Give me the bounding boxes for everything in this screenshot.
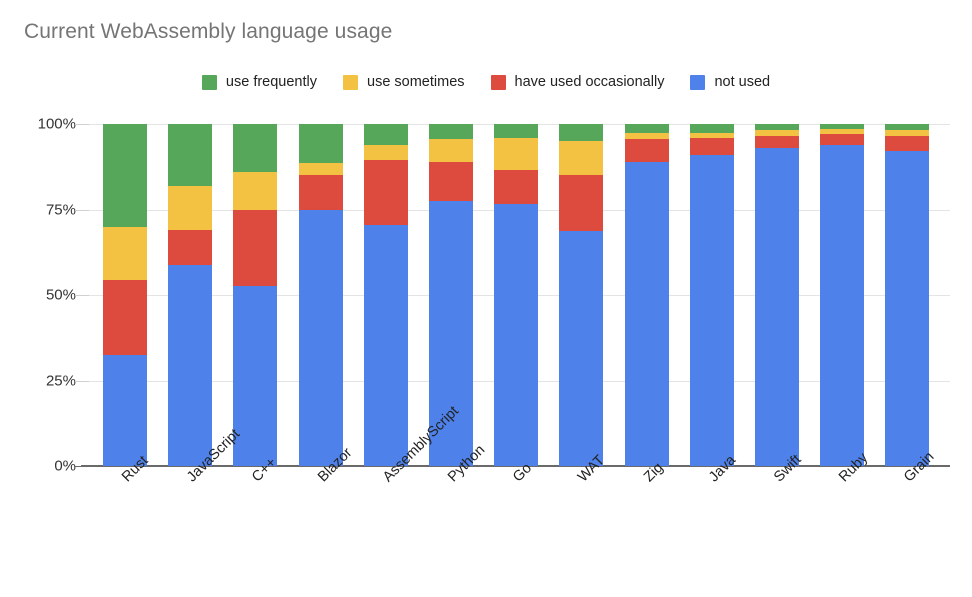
bar-segment[interactable] bbox=[885, 136, 930, 152]
legend-item-label: not used bbox=[714, 74, 771, 90]
bar-segment[interactable] bbox=[755, 129, 799, 136]
legend-swatch-icon bbox=[690, 74, 706, 90]
bar-segment[interactable] bbox=[559, 230, 604, 466]
bar-segment[interactable] bbox=[363, 144, 408, 160]
chart-container: Current WebAssembly language usage use f… bbox=[0, 0, 972, 597]
bar-column[interactable] bbox=[298, 124, 343, 466]
y-axis-tick-label: 75% bbox=[45, 201, 76, 218]
bar-segment[interactable] bbox=[298, 209, 343, 466]
y-axis-tick-label: 0% bbox=[54, 457, 76, 475]
bar-segment[interactable] bbox=[233, 171, 278, 210]
bar-segment[interactable] bbox=[755, 147, 799, 466]
bar-segment[interactable] bbox=[559, 141, 604, 176]
bar-segment[interactable] bbox=[494, 204, 539, 466]
bar-segment[interactable] bbox=[429, 161, 473, 201]
legend-item[interactable]: not used bbox=[690, 74, 770, 90]
bar-segment[interactable] bbox=[624, 161, 669, 466]
legend-item-label: use frequently bbox=[225, 74, 317, 90]
legend-item[interactable]: use frequently bbox=[201, 74, 317, 90]
legend-swatch-icon bbox=[490, 74, 506, 90]
bar-segment[interactable] bbox=[168, 264, 213, 466]
chart-title: Current WebAssembly language usage bbox=[24, 20, 393, 43]
bar-segment[interactable] bbox=[298, 163, 343, 176]
bar-column[interactable] bbox=[885, 124, 930, 466]
bar-segment[interactable] bbox=[624, 132, 669, 140]
legend-item-label: use sometimes bbox=[367, 74, 465, 90]
bar-column[interactable] bbox=[559, 124, 604, 466]
bar-segment[interactable] bbox=[820, 134, 865, 145]
bar-segment[interactable] bbox=[494, 170, 539, 205]
legend-swatch-icon bbox=[201, 74, 217, 90]
chart-legend: use frequently use sometimes have used occ… bbox=[0, 74, 972, 90]
bar-column[interactable] bbox=[755, 124, 799, 466]
legend-swatch-icon bbox=[343, 74, 358, 90]
bar-segment[interactable] bbox=[363, 159, 408, 225]
bar-column[interactable] bbox=[624, 124, 669, 466]
y-axis-tick-label: 100% bbox=[37, 115, 76, 133]
bar-segment[interactable] bbox=[103, 124, 147, 227]
bar-segment[interactable] bbox=[168, 185, 213, 231]
bar-segment[interactable] bbox=[885, 151, 930, 466]
bar-segment[interactable] bbox=[103, 279, 147, 355]
bar-segment[interactable] bbox=[689, 124, 734, 133]
y-axis-tick-mark bbox=[75, 295, 89, 296]
y-axis-tick-mark bbox=[75, 380, 89, 382]
bar-segment[interactable] bbox=[820, 144, 865, 466]
legend-item[interactable]: have used occasionally bbox=[490, 74, 665, 90]
bar-segment[interactable] bbox=[689, 137, 734, 156]
bar-segment[interactable] bbox=[103, 226, 147, 280]
bar-segment[interactable] bbox=[298, 124, 343, 164]
bar-segment[interactable] bbox=[624, 139, 669, 162]
bar-segment[interactable] bbox=[820, 129, 865, 135]
bar-column[interactable] bbox=[233, 124, 278, 466]
bar-segment[interactable] bbox=[689, 155, 734, 466]
bar-segment[interactable] bbox=[103, 354, 147, 466]
bar-segment[interactable] bbox=[494, 124, 539, 138]
bar-segment[interactable] bbox=[494, 137, 539, 171]
bar-segment[interactable] bbox=[755, 124, 799, 130]
bar-segment[interactable] bbox=[429, 139, 473, 162]
bar-segment[interactable] bbox=[755, 135, 799, 148]
y-axis-tick-mark bbox=[75, 124, 89, 125]
plot-area bbox=[75, 124, 950, 467]
bar-segment[interactable] bbox=[363, 124, 408, 145]
bar-segment[interactable] bbox=[559, 175, 604, 231]
bar-segment[interactable] bbox=[885, 129, 930, 136]
bar-segment[interactable] bbox=[168, 230, 213, 265]
bar-segment[interactable] bbox=[233, 209, 278, 287]
bar-segment[interactable] bbox=[559, 124, 604, 142]
bar-column[interactable] bbox=[103, 124, 147, 466]
y-axis-tick-label: 25% bbox=[45, 372, 76, 389]
bar-column[interactable] bbox=[168, 124, 213, 466]
bar-segment[interactable] bbox=[820, 124, 865, 130]
bar-segment[interactable] bbox=[298, 175, 343, 210]
y-axis-labels: 0% 25% 50% 75% 100% bbox=[14, 116, 76, 475]
bar-segment[interactable] bbox=[885, 124, 930, 130]
bar-column[interactable] bbox=[689, 124, 734, 466]
bar-column[interactable] bbox=[363, 124, 408, 466]
bar-segment[interactable] bbox=[689, 132, 734, 138]
bar-segment[interactable] bbox=[168, 124, 213, 186]
y-axis-tick-label: 50% bbox=[45, 286, 76, 304]
x-axis-labels: Rust JavaScript C++ Blazor AssemblyScript Pyt… bbox=[89, 403, 950, 586]
y-axis-tick-mark bbox=[75, 466, 89, 467]
legend-item[interactable]: use sometimes bbox=[343, 74, 465, 90]
bar-column[interactable] bbox=[494, 124, 539, 466]
bar-column[interactable] bbox=[820, 124, 865, 466]
bar-segment[interactable] bbox=[363, 224, 408, 466]
bar-segment[interactable] bbox=[429, 124, 473, 140]
legend-item-label: have used occasionally bbox=[514, 74, 665, 90]
y-axis-tick-mark bbox=[75, 209, 89, 211]
bar-segment[interactable] bbox=[624, 124, 669, 133]
bar-segment[interactable] bbox=[233, 124, 278, 172]
